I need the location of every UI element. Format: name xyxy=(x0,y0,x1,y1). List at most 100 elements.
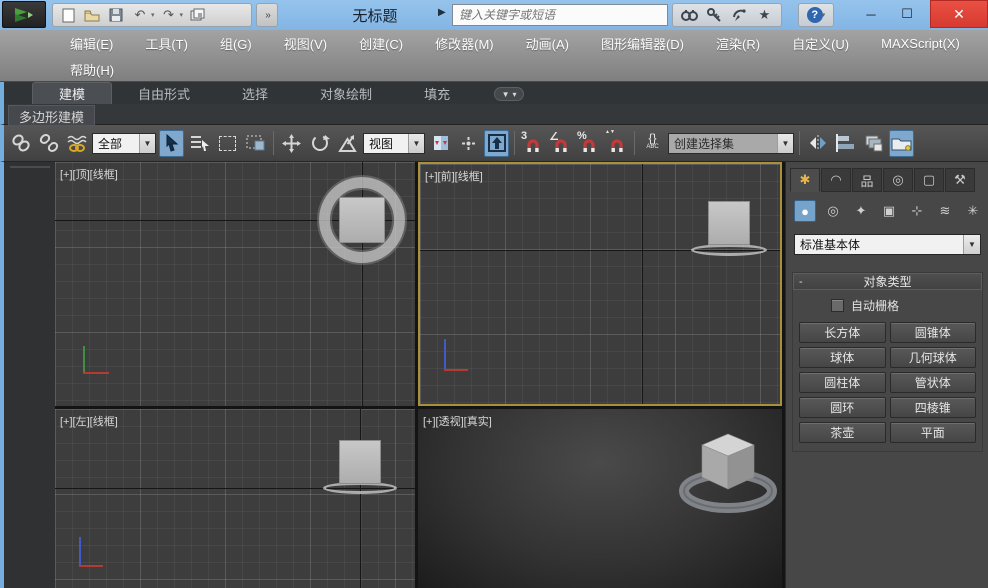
box-object-front[interactable] xyxy=(708,201,750,245)
menu-tools[interactable]: 工具(T) xyxy=(133,31,200,56)
keyboard-shortcut-override-toggle[interactable] xyxy=(484,130,509,157)
select-object-button[interactable] xyxy=(159,130,184,157)
ribbon-tab-modeling[interactable]: 建模 xyxy=(32,82,112,104)
tab-modify[interactable]: ◠ xyxy=(821,168,851,192)
box-object-left[interactable] xyxy=(339,440,381,484)
box-torus-object-perspective[interactable] xyxy=(670,421,782,521)
search-binoculars-icon[interactable] xyxy=(680,5,700,25)
tab-display[interactable]: ▢ xyxy=(914,168,944,192)
save-button[interactable] xyxy=(106,6,126,24)
bind-to-space-warp-button[interactable] xyxy=(64,130,89,157)
redo-button[interactable]: ↷ xyxy=(159,6,179,24)
tube-button[interactable]: 管状体 xyxy=(890,372,977,393)
undo-button[interactable]: ↶ xyxy=(130,6,150,24)
layer-manager-button[interactable] xyxy=(861,130,886,157)
viewport-left-label[interactable]: [+][左][线框] xyxy=(60,413,118,429)
torus-object-front[interactable] xyxy=(691,244,767,256)
viewport-perspective-label[interactable]: [+][透视][真实] xyxy=(423,413,492,429)
tab-motion[interactable]: ◎ xyxy=(883,168,913,192)
named-selection-set-combo[interactable]: 创建选择集▼ xyxy=(668,133,794,154)
cylinder-button[interactable]: 圆柱体 xyxy=(799,372,886,393)
subscription-key-icon[interactable] xyxy=(705,5,725,25)
new-file-button[interactable] xyxy=(58,6,78,24)
rectangular-selection-region-button[interactable] xyxy=(215,130,240,157)
sphere-button[interactable]: 球体 xyxy=(799,347,886,368)
cone-button[interactable]: 圆锥体 xyxy=(890,322,977,343)
subtab-systems[interactable]: ✳ xyxy=(962,200,984,222)
torus-button[interactable]: 圆环 xyxy=(799,397,886,418)
align-button[interactable] xyxy=(833,130,858,157)
ribbon-tab-populate[interactable]: 填充 xyxy=(398,82,476,104)
object-type-rollout-header[interactable]: - 对象类型 xyxy=(793,273,982,290)
subtab-helpers[interactable]: ⊹ xyxy=(906,200,928,222)
box-object-top[interactable] xyxy=(339,197,385,243)
menu-customize[interactable]: 自定义(U) xyxy=(780,31,861,56)
select-and-scale-button[interactable] xyxy=(335,130,360,157)
minimize-button[interactable]: ─ xyxy=(856,0,886,28)
percent-snap-toggle[interactable]: % xyxy=(576,130,601,157)
reference-coordinate-dropdown[interactable]: 视图▼ xyxy=(363,133,425,154)
select-by-name-button[interactable] xyxy=(187,130,212,157)
tab-hierarchy[interactable]: 品 xyxy=(852,168,882,192)
ribbon-tab-selection[interactable]: 选择 xyxy=(216,82,294,104)
help-button[interactable]: ? ▾ xyxy=(798,3,834,27)
menu-create[interactable]: 创建(C) xyxy=(347,31,415,56)
app-menu-button[interactable] xyxy=(2,1,46,28)
subtab-spacewarps[interactable]: ≋ xyxy=(934,200,956,222)
select-and-rotate-button[interactable] xyxy=(307,130,332,157)
viewport-top[interactable]: [+][顶][线框] xyxy=(55,162,415,406)
toggle-ribbon-button[interactable] xyxy=(889,130,914,157)
viewport-front[interactable]: [+][前][线框] xyxy=(418,162,782,406)
menu-rendering[interactable]: 渲染(R) xyxy=(704,31,772,56)
ribbon-tab-object-paint[interactable]: 对象绘制 xyxy=(294,82,398,104)
subtab-lights[interactable]: ✦ xyxy=(850,200,872,222)
tab-utilities[interactable]: ⚒ xyxy=(945,168,975,192)
viewport-left[interactable]: [+][左][线框] xyxy=(55,409,415,588)
teapot-button[interactable]: 茶壶 xyxy=(799,422,886,443)
menu-modifiers[interactable]: 修改器(M) xyxy=(423,31,506,56)
maximize-button[interactable]: ☐ xyxy=(892,0,922,28)
snaps-toggle-3d[interactable]: 3 xyxy=(520,130,545,157)
geosphere-button[interactable]: 几何球体 xyxy=(890,347,977,368)
open-file-button[interactable] xyxy=(82,6,102,24)
undo-dropdown-arrow[interactable]: ▾ xyxy=(151,11,155,19)
spinner-snap-toggle[interactable]: ▲▼ xyxy=(604,130,629,157)
menu-maxscript[interactable]: MAXScript(X) xyxy=(869,33,972,54)
subtab-cameras[interactable]: ▣ xyxy=(878,200,900,222)
close-button[interactable]: ✕ xyxy=(930,0,988,28)
redo-dropdown-arrow[interactable]: ▾ xyxy=(180,11,184,19)
ribbon-minimize-button[interactable]: ▼▾ xyxy=(494,87,524,101)
favorites-star-icon[interactable]: ★ xyxy=(755,5,775,25)
box-button[interactable]: 长方体 xyxy=(799,322,886,343)
viewport-perspective[interactable]: [+][透视][真实] xyxy=(418,409,782,588)
help-search-input[interactable] xyxy=(452,4,668,26)
menu-help[interactable]: 帮助(H) xyxy=(58,57,126,82)
select-and-manipulate-button[interactable] xyxy=(456,130,481,157)
menu-animation[interactable]: 动画(A) xyxy=(514,31,581,56)
window-crossing-toggle[interactable] xyxy=(243,130,268,157)
viewport-front-label[interactable]: [+][前][线框] xyxy=(425,168,483,184)
plane-button[interactable]: 平面 xyxy=(890,422,977,443)
angle-snap-toggle[interactable]: ∠ xyxy=(548,130,573,157)
selection-filter-dropdown[interactable]: 全部▼ xyxy=(92,133,156,154)
viewport-top-label[interactable]: [+][顶][线框] xyxy=(60,166,118,182)
mirror-button[interactable] xyxy=(805,130,830,157)
unlink-selection-button[interactable] xyxy=(36,130,61,157)
edit-named-selection-sets-button[interactable]: {}ABC xyxy=(640,130,665,157)
menu-graph-editors[interactable]: 图形编辑器(D) xyxy=(589,31,696,56)
pyramid-button[interactable]: 四棱锥 xyxy=(890,397,977,418)
qat-overflow-button[interactable]: » xyxy=(256,3,278,27)
search-flyout-arrow[interactable]: ▶ xyxy=(438,7,446,18)
menu-views[interactable]: 视图(V) xyxy=(272,31,339,56)
ribbon-panel-polygon-modeling[interactable]: 多边形建模 xyxy=(8,105,95,125)
communication-center-icon[interactable] xyxy=(730,5,750,25)
select-and-link-button[interactable] xyxy=(8,130,33,157)
project-folder-button[interactable] xyxy=(187,6,207,24)
menu-edit[interactable]: 编辑(E) xyxy=(58,31,125,56)
primitive-category-dropdown[interactable]: 标准基本体 ▼ xyxy=(794,234,981,255)
subtab-shapes[interactable]: ◎ xyxy=(822,200,844,222)
select-and-move-button[interactable] xyxy=(279,130,304,157)
use-pivot-point-center-button[interactable] xyxy=(428,130,453,157)
help-dropdown-arrow[interactable]: ▾ xyxy=(822,11,826,19)
menu-group[interactable]: 组(G) xyxy=(208,31,264,56)
